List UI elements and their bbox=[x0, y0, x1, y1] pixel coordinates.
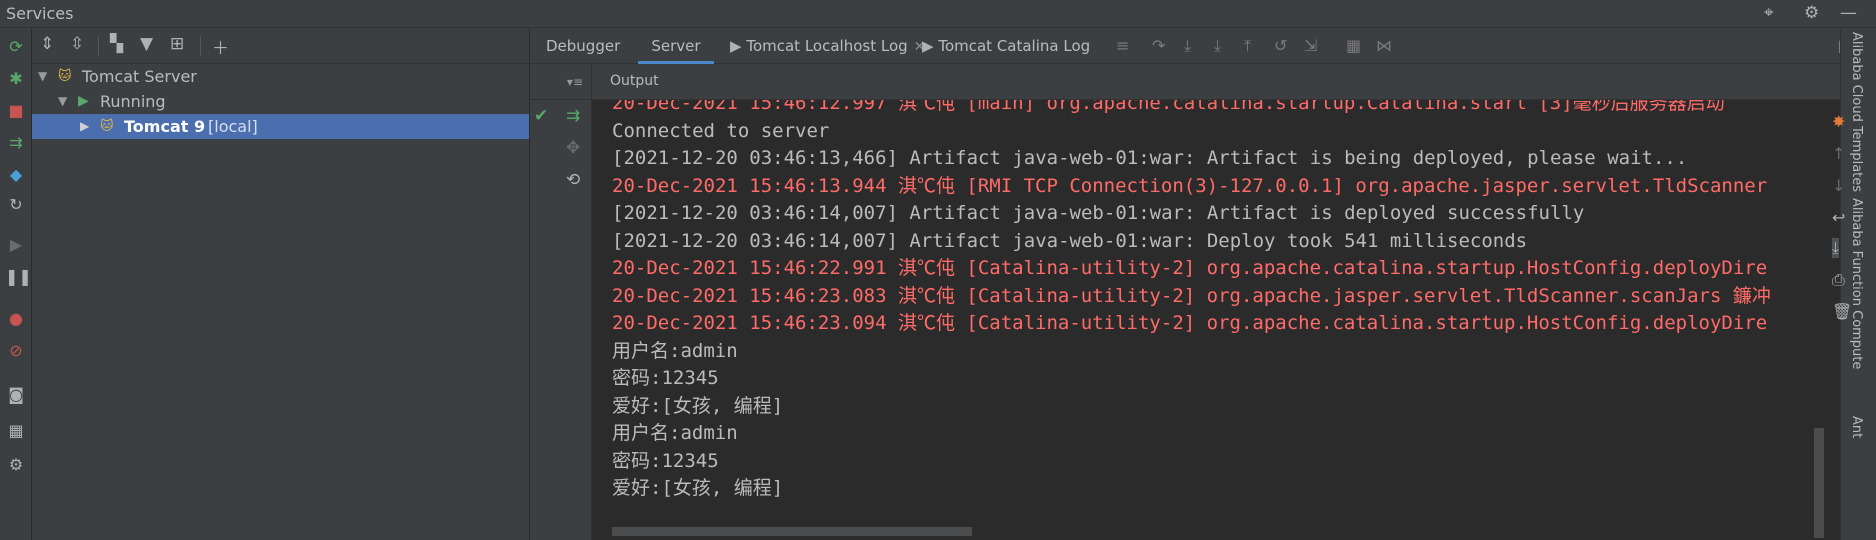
expand-all-icon[interactable]: ⇕ bbox=[40, 34, 54, 54]
redeploy-icon[interactable]: ⟲ bbox=[566, 170, 580, 190]
tomcat-icon: 🐱 bbox=[58, 69, 72, 84]
action-gutter: ✔ ⇉ ✥ ⟲ bbox=[530, 100, 592, 540]
tree-label-running: Running bbox=[100, 92, 166, 111]
minimize-icon[interactable]: — bbox=[1840, 3, 1857, 23]
artifact-icon[interactable]: ◆ bbox=[5, 164, 27, 186]
drop-frame-icon[interactable]: ↺ bbox=[1274, 36, 1287, 55]
update-icon[interactable]: ↻ bbox=[5, 194, 27, 216]
up-arrow-icon[interactable]: ↑ bbox=[1832, 144, 1845, 163]
console-output[interactable]: 20-Dec-2021 15:46:12.997 淇℃伅 [main] org.… bbox=[592, 100, 1826, 540]
mute-breakpoints-icon[interactable]: ⊘ bbox=[5, 340, 27, 362]
debug-bug-icon[interactable]: ✱ bbox=[5, 68, 27, 90]
tab-server[interactable]: Server bbox=[638, 28, 714, 64]
alibaba-function-compute-tab[interactable]: Alibaba Function Compute bbox=[1849, 198, 1864, 369]
settings-icon[interactable]: ⚙ bbox=[5, 454, 27, 476]
right-tool-strip: Alibaba Cloud Templates Alibaba Function… bbox=[1840, 28, 1876, 540]
output-label: Output bbox=[610, 73, 659, 89]
console-line: Connected to server bbox=[612, 119, 830, 142]
window-title: Services bbox=[6, 4, 74, 23]
console-line: 20-Dec-2021 15:46:23.083 淇℃伅 [Catalina-u… bbox=[612, 284, 1771, 307]
step-into-icon[interactable]: ⤓ bbox=[1184, 36, 1191, 56]
tab-localhost-log[interactable]: ▶ Tomcat Localhost Log ✕ bbox=[730, 28, 925, 64]
deploy-icon[interactable]: ⇉ bbox=[566, 106, 580, 126]
tree-node-running[interactable]: ▼ ▶ Running bbox=[32, 89, 529, 114]
console-line: 密码:12345 bbox=[612, 449, 719, 472]
console-line: 20-Dec-2021 15:46:12.997 淇℃伅 [main] org.… bbox=[612, 100, 1725, 114]
console-line: 20-Dec-2021 15:46:23.094 淇℃伅 [Catalina-u… bbox=[612, 312, 1768, 334]
camera-icon[interactable]: ◙ bbox=[5, 384, 27, 406]
tree-node-tomcat-server[interactable]: ▼ 🐱 Tomcat Server bbox=[32, 64, 529, 89]
soft-wrap-icon[interactable]: ↩ bbox=[1832, 208, 1845, 227]
console-line: [2021-12-20 03:46:14,007] Artifact java-… bbox=[612, 229, 1528, 252]
console-line: 用户名:admin bbox=[612, 422, 738, 444]
trash-icon[interactable]: 🗑 bbox=[1832, 302, 1852, 321]
console-line: 20-Dec-2021 15:46:22.991 淇℃伅 [Catalina-u… bbox=[612, 257, 1768, 279]
running-play-icon: ▶ bbox=[78, 93, 89, 109]
services-tree-pane: ⇕ ⇳ ▚ ▼ ⊞ ＋ ▼ 🐱 Tomcat Server ▼ ▶ Runnin… bbox=[32, 28, 530, 540]
output-header: ▾≡ Output bbox=[530, 64, 1840, 100]
tree-label-instance-tag: [local] bbox=[208, 117, 258, 136]
breakpoints-icon[interactable]: ● bbox=[5, 308, 27, 330]
tab-catalina-log[interactable]: ▶ Tomcat Catalina Log bbox=[922, 28, 1090, 64]
horizontal-scrollbar[interactable] bbox=[612, 527, 972, 536]
console-line: 密码:12345 bbox=[612, 367, 719, 389]
tomcat-icon: 🐱 bbox=[100, 119, 114, 134]
scroll-to-end-icon[interactable]: ⤓ bbox=[1832, 238, 1840, 258]
ant-tab[interactable]: Ant bbox=[1849, 416, 1864, 438]
tree-label-server: Tomcat Server bbox=[82, 67, 197, 86]
chevron-down-icon[interactable]: ▼ bbox=[58, 89, 67, 114]
gear-icon[interactable]: ⚙ bbox=[1804, 3, 1819, 23]
chevron-down-icon[interactable]: ▼ bbox=[38, 64, 47, 89]
add-service-icon[interactable]: ＋ bbox=[212, 34, 229, 59]
title-bar: Services ⌖ ⚙ — bbox=[0, 0, 1876, 28]
vertical-scrollbar[interactable] bbox=[1814, 428, 1824, 538]
alibaba-cloud-templates-tab[interactable]: Alibaba Cloud Templates bbox=[1849, 32, 1864, 192]
console-icon: ▶ bbox=[730, 37, 742, 55]
console-line: [2021-12-20 03:46:14,007] Artifact java-… bbox=[612, 202, 1585, 224]
collapse-all-icon[interactable]: ⇳ bbox=[70, 34, 84, 54]
force-step-into-icon[interactable]: ⤓ bbox=[1214, 36, 1221, 56]
tab-bar: Debugger Server ▶ Tomcat Localhost Log ✕ … bbox=[530, 28, 1853, 64]
layout-icon[interactable]: ▦ bbox=[5, 420, 27, 442]
left-toolbar: ⟳ ✱ ■ ⇉ ◆ ↻ ▶ ❚❚ ● ⊘ ◙ ▦ ⚙ bbox=[0, 28, 32, 540]
trace-icon[interactable]: ⋈ bbox=[1376, 36, 1392, 55]
check-icon: ✔ bbox=[534, 106, 549, 126]
evaluate-icon[interactable]: ▦ bbox=[1346, 36, 1361, 55]
tree-node-tomcat-9[interactable]: ▶ 🐱 Tomcat 9 [local] bbox=[32, 114, 529, 139]
down-arrow-icon[interactable]: ↓ bbox=[1832, 176, 1845, 195]
console-line: 用户名:admin bbox=[612, 339, 738, 362]
tab-debugger[interactable]: Debugger bbox=[546, 28, 620, 64]
target-icon[interactable]: ⌖ bbox=[1764, 3, 1774, 23]
undeploy-icon[interactable]: ✥ bbox=[566, 138, 580, 158]
stop-icon[interactable]: ■ bbox=[5, 100, 27, 122]
debug-icon[interactable]: ✸ bbox=[1832, 112, 1845, 131]
pause-icon[interactable]: ❚❚ bbox=[5, 266, 32, 288]
print-icon[interactable]: ⎙ bbox=[1832, 270, 1845, 290]
step-over-icon[interactable]: ↷ bbox=[1152, 36, 1165, 55]
refresh-run-icon[interactable]: ⟳ bbox=[5, 36, 27, 58]
group-by-icon[interactable]: ▚ bbox=[110, 34, 123, 54]
layout-options-icon[interactable]: ▾≡ bbox=[530, 64, 592, 100]
resume-icon[interactable]: ▶ bbox=[5, 234, 27, 256]
chevron-right-icon[interactable]: ▶ bbox=[80, 114, 89, 139]
tree-toolbar: ⇕ ⇳ ▚ ▼ ⊞ ＋ bbox=[32, 28, 529, 64]
deploy-icon[interactable]: ⇉ bbox=[5, 132, 27, 154]
console-line: [2021-12-20 03:46:13,466] Artifact java-… bbox=[612, 147, 1688, 169]
tree-label-instance: Tomcat 9 bbox=[124, 117, 206, 136]
run-to-cursor-icon[interactable]: ⇲ bbox=[1304, 36, 1317, 55]
console-line: 20-Dec-2021 15:46:13.944 淇℃伅 [RMI TCP Co… bbox=[612, 174, 1768, 197]
menu-icon[interactable]: ≡ bbox=[1116, 36, 1129, 55]
console-icon: ▶ bbox=[922, 37, 934, 55]
console-line: 爱好:[女孩, 编程] bbox=[612, 394, 784, 417]
filter-icon[interactable]: ▼ bbox=[140, 34, 153, 54]
console-line: 爱好:[女孩, 编程] bbox=[612, 477, 784, 499]
new-tab-icon[interactable]: ⊞ bbox=[170, 34, 184, 54]
step-out-icon[interactable]: ⤒ bbox=[1244, 36, 1251, 56]
